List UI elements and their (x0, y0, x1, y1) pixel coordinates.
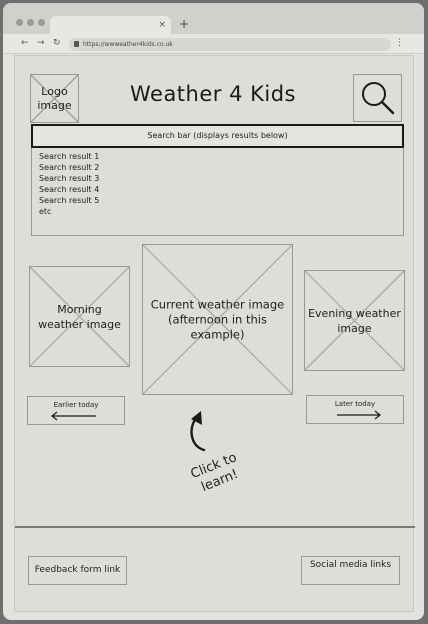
new-tab-button[interactable]: + (179, 17, 189, 31)
click-to-learn-hint: Click to learn! (188, 450, 241, 496)
morning-weather-image[interactable]: Morning weather image (29, 266, 130, 367)
arrow-right-icon (337, 410, 381, 420)
site-title: Weather 4 Kids (129, 82, 296, 106)
later-today-button[interactable]: Later today (306, 395, 404, 424)
footer-divider (15, 526, 415, 528)
reload-icon[interactable]: ↻ (53, 38, 61, 49)
lock-icon (74, 41, 79, 47)
evening-weather-label: Evening weather image (308, 306, 401, 335)
wireframe-page: Logo image Weather 4 Kids Search bar (di… (14, 55, 415, 612)
address-toolbar: ← → ↻ https://wwweather4kids.co.uk ⋮ (3, 34, 424, 54)
search-result-more: etc (39, 207, 52, 216)
earlier-today-button[interactable]: Earlier today (27, 396, 125, 425)
logo-image[interactable]: Logo image (30, 74, 79, 123)
search-result[interactable]: Search result 3 (39, 173, 403, 184)
close-window-dot[interactable] (16, 19, 23, 26)
tab-close-icon[interactable]: × (158, 18, 166, 32)
browser-menu-icon[interactable]: ⋮ (395, 38, 404, 49)
later-today-label: Later today (334, 400, 376, 408)
logo-label: Logo image (37, 84, 72, 112)
tab-bar: × + (3, 3, 424, 34)
maximize-window-dot[interactable] (38, 19, 45, 26)
browser-window: × + ← → ↻ https://wwweather4kids.co.uk ⋮… (3, 3, 424, 620)
back-arrow-icon[interactable]: ← (21, 38, 29, 49)
search-input[interactable]: Search bar (displays results below) (31, 124, 404, 148)
search-button[interactable] (353, 74, 402, 122)
social-media-links[interactable]: Social media links (301, 556, 400, 585)
current-weather-label: Current weather image (afternoon in this… (150, 297, 285, 341)
minimize-window-dot[interactable] (27, 19, 34, 26)
url-bar[interactable]: https://wwweather4kids.co.uk (69, 38, 391, 51)
morning-weather-label: Morning weather image (38, 302, 121, 331)
search-results-list: Search result 1 Search result 2 Search r… (31, 148, 404, 236)
earlier-today-label: Earlier today (53, 401, 99, 409)
arrow-left-icon (51, 411, 96, 421)
url-text[interactable]: https://wwweather4kids.co.uk (83, 40, 173, 49)
evening-weather-image[interactable]: Evening weather image (304, 270, 405, 371)
search-result[interactable]: Search result 1 (39, 151, 403, 162)
feedback-form-link[interactable]: Feedback form link (28, 556, 127, 585)
current-weather-image[interactable]: Current weather image (afternoon in this… (142, 244, 293, 395)
magnifier-icon (362, 82, 395, 115)
curved-arrow-icon (190, 411, 206, 452)
search-result[interactable]: Search result 4 (39, 184, 403, 195)
forward-arrow-icon[interactable]: → (37, 38, 45, 49)
search-result[interactable]: Search result 2 (39, 162, 403, 173)
browser-tab[interactable]: × (50, 16, 171, 34)
search-result[interactable]: Search result 5 (39, 195, 403, 206)
